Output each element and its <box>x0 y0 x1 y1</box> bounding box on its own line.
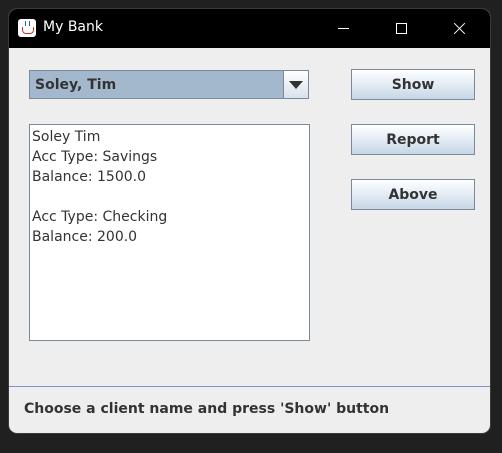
maximize-button[interactable] <box>372 9 430 48</box>
client-select-value: Soley, Tim <box>35 77 117 93</box>
java-cup-icon <box>18 19 36 37</box>
client-select-arrow-button[interactable] <box>283 71 308 98</box>
output-line: Balance: 1500.0 <box>32 169 146 185</box>
window-title: My Bank <box>43 19 103 35</box>
status-text: Choose a client name and press 'Show' bu… <box>24 401 390 417</box>
close-button[interactable] <box>430 9 488 48</box>
minimize-icon <box>337 28 349 29</box>
output-line: Soley Tim <box>32 129 101 145</box>
report-button[interactable]: Report <box>351 124 475 155</box>
output-line: Acc Type: Savings <box>32 149 158 165</box>
output-line: Acc Type: Checking <box>32 209 168 225</box>
client-select[interactable]: Soley, Tim <box>29 70 309 99</box>
chevron-down-icon <box>289 80 303 89</box>
title-bar[interactable]: My Bank <box>9 9 490 48</box>
maximize-icon <box>395 23 407 34</box>
above-button[interactable]: Above <box>351 179 475 210</box>
show-button[interactable]: Show <box>351 69 475 100</box>
minimize-button[interactable] <box>314 9 372 48</box>
app-window: My Bank Soley, Tim Soley Tim Acc Type: S… <box>9 9 490 433</box>
output-line: Balance: 200.0 <box>32 229 138 245</box>
account-output-textarea[interactable]: Soley Tim Acc Type: Savings Balance: 150… <box>29 124 310 341</box>
status-divider <box>9 386 490 387</box>
close-icon <box>453 22 466 35</box>
